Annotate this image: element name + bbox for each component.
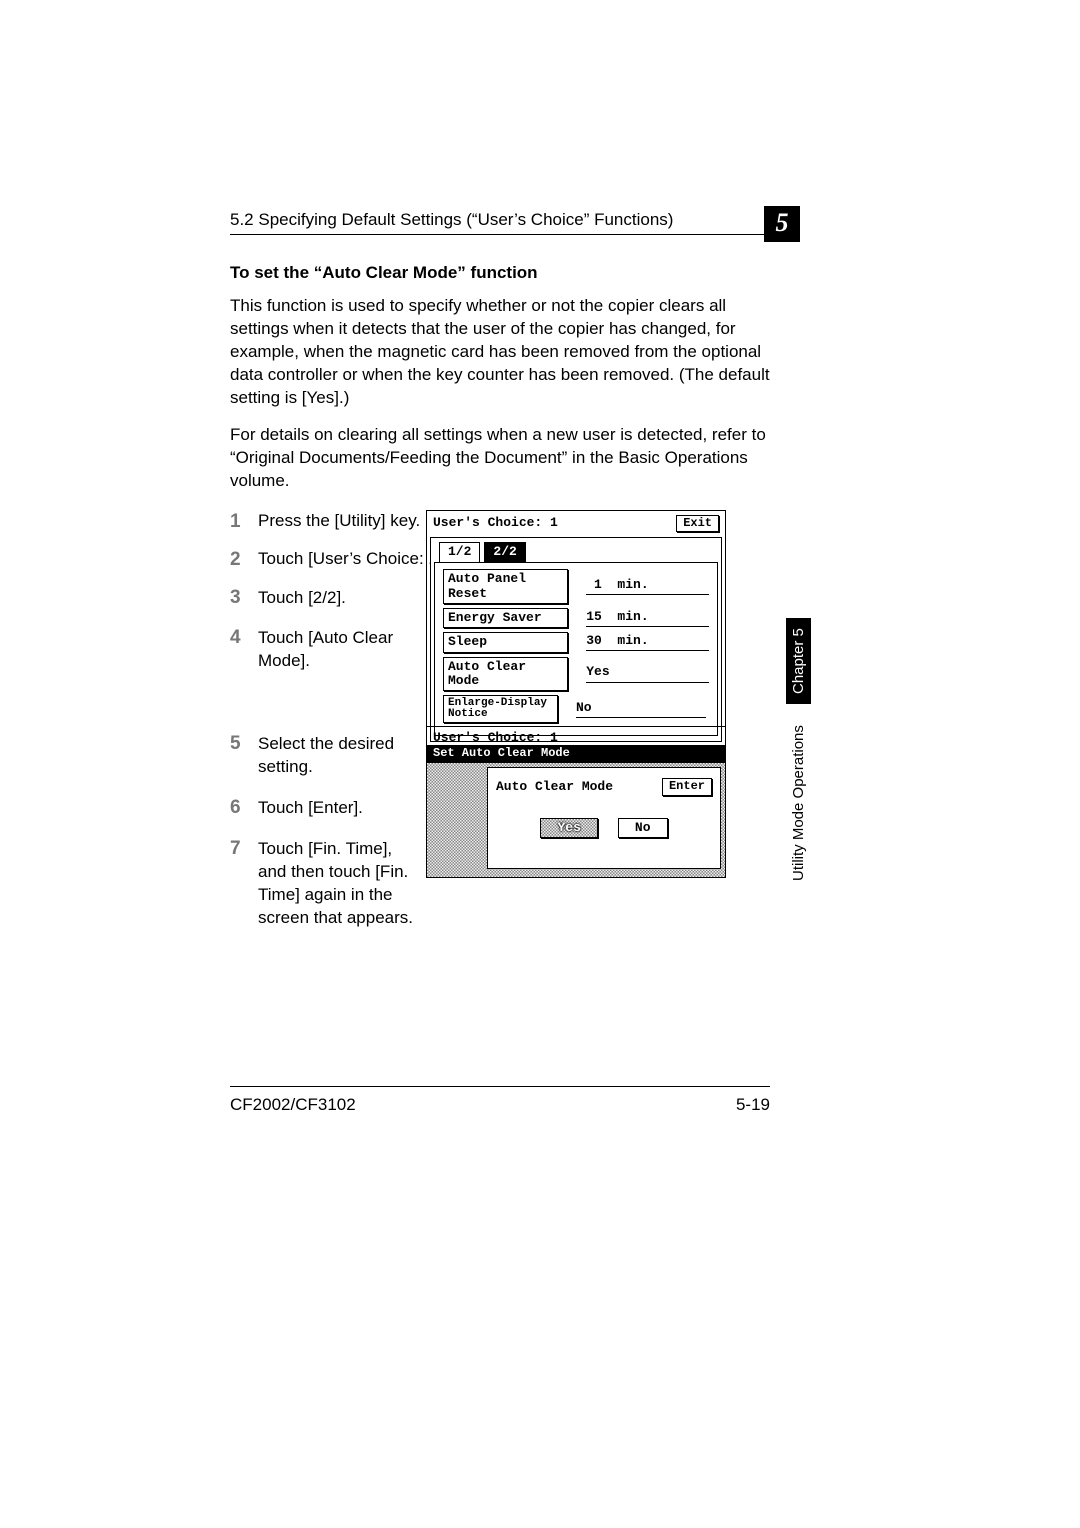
no-button[interactable]: No [618, 818, 668, 838]
screen-subtitle: Set Auto Clear Mode [427, 745, 725, 762]
option-value: No [576, 701, 706, 718]
option-value: Yes [586, 665, 709, 682]
option-value: 30 min. [586, 634, 709, 651]
footer-model: CF2002/CF3102 [230, 1095, 356, 1115]
running-header: 5.2 Specifying Default Settings (“User’s… [230, 210, 770, 235]
step-text: Touch [2/2]. [258, 587, 418, 610]
exit-button[interactable]: Exit [676, 515, 719, 532]
left-strip [430, 787, 486, 873]
side-tab: Chapter 5 Utility Mode Operations [786, 618, 811, 888]
screen-title: User's Choice: 1 [433, 516, 558, 530]
side-chapter-label: Chapter 5 [786, 618, 811, 704]
screen-title: User's Choice: 1 [433, 731, 558, 745]
tab-2-of-2[interactable]: 2/2 [484, 542, 525, 562]
step-text: Touch [Enter]. [258, 797, 418, 820]
side-section-label: Utility Mode Operations [790, 718, 807, 888]
paragraph: For details on clearing all settings whe… [230, 424, 770, 493]
step-text: Select the desired setting. [258, 733, 418, 779]
option-enlarge-display-notice[interactable]: Enlarge-Display Notice [443, 695, 558, 723]
page-body: 5.2 Specifying Default Settings (“User’s… [230, 210, 770, 930]
section-title: To set the “Auto Clear Mode” function [230, 263, 770, 283]
page-footer: CF2002/CF3102 5-19 [230, 1086, 770, 1115]
step-text: Press the [Utility] key. [258, 511, 420, 530]
step-text: Touch [Fin. Time], and then touch [Fin. … [258, 838, 418, 930]
yes-button[interactable]: Yes [540, 818, 597, 838]
paragraph: This function is used to specify whether… [230, 295, 770, 410]
enter-button[interactable]: Enter [662, 778, 712, 795]
option-sleep[interactable]: Sleep [443, 632, 568, 652]
tab-1-of-2[interactable]: 1/2 [439, 542, 480, 562]
option-auto-panel-reset[interactable]: Auto Panel Reset [443, 569, 568, 604]
screen-set-auto-clear-mode: User's Choice: 1 Set Auto Clear Mode Aut… [426, 726, 726, 878]
step-text: Touch [Auto Clear Mode]. [258, 627, 418, 673]
screen-users-choice-list: User's Choice: 1 Exit 1/2 2/2 Auto Panel… [426, 510, 726, 746]
option-value: 1 min. [586, 578, 709, 595]
footer-page-number: 5-19 [736, 1095, 770, 1115]
option-auto-clear-mode[interactable]: Auto Clear Mode [443, 657, 568, 692]
option-energy-saver[interactable]: Energy Saver [443, 608, 568, 628]
option-value: 15 min. [586, 610, 709, 627]
screen-heading: Auto Clear Mode [496, 780, 613, 794]
step-text: Touch [User’s Choice: 1]. [258, 549, 447, 568]
